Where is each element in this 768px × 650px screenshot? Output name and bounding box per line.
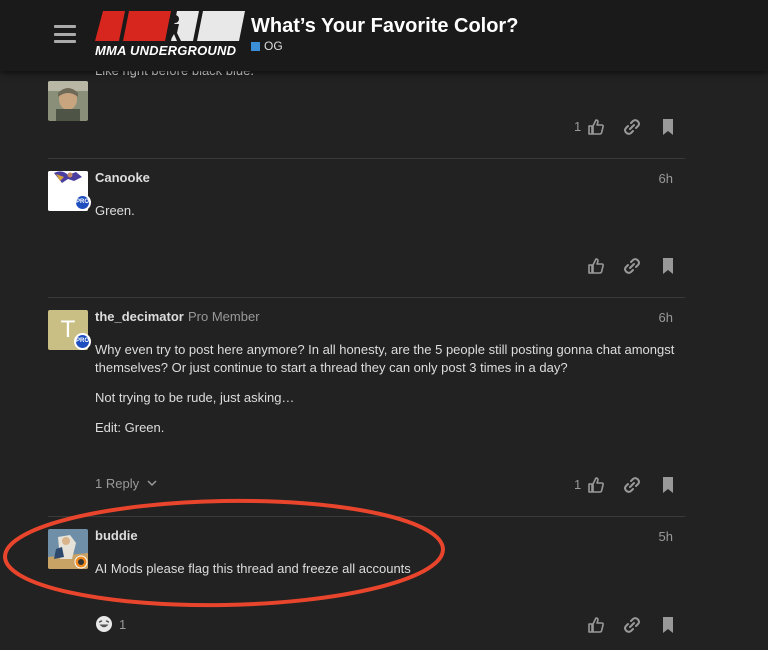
- like-icon[interactable]: [586, 256, 606, 276]
- avatar-image: [48, 81, 88, 121]
- pro-badge: PRO: [74, 333, 91, 350]
- post-divider: [48, 297, 685, 298]
- link-icon[interactable]: [622, 117, 642, 137]
- category-color-swatch: [251, 42, 260, 51]
- like-icon[interactable]: [586, 615, 606, 635]
- like-count: 1: [574, 477, 582, 492]
- pro-badge: PRO: [74, 194, 91, 211]
- user-title: Pro Member: [188, 309, 260, 324]
- post-time[interactable]: 6h: [659, 310, 673, 325]
- bookmark-icon[interactable]: [658, 475, 678, 495]
- menu-icon[interactable]: [54, 25, 76, 43]
- link-icon[interactable]: [622, 256, 642, 276]
- avatar[interactable]: [48, 81, 88, 121]
- post-body: Green.: [95, 203, 135, 218]
- post-divider: [48, 516, 685, 517]
- post-body-paragraph: Not trying to be rude, just asking…: [95, 390, 295, 405]
- annotation-oval: [3, 498, 445, 608]
- category-label: OG: [264, 39, 283, 53]
- topic-title[interactable]: What’s Your Favorite Color?: [251, 15, 518, 38]
- avatar[interactable]: [48, 529, 88, 569]
- chevron-down-icon: [147, 480, 157, 487]
- like-count: 1: [574, 119, 582, 134]
- post-time[interactable]: 6h: [659, 171, 673, 186]
- laughing-emoji-icon: [96, 616, 112, 632]
- post-divider: [48, 158, 685, 159]
- category-badge[interactable]: OG: [251, 39, 283, 53]
- logo-text: MMA UNDERGROUND: [95, 43, 237, 58]
- bookmark-icon[interactable]: [658, 256, 678, 276]
- link-icon[interactable]: [622, 475, 642, 495]
- site-header: MMA UNDERGROUND What’s Your Favorite Col…: [0, 0, 768, 71]
- post-body: AI Mods please flag this thread and free…: [95, 561, 411, 576]
- link-icon[interactable]: [622, 615, 642, 635]
- replies-toggle[interactable]: 1 Reply: [95, 476, 157, 491]
- replies-label: 1 Reply: [95, 476, 140, 491]
- post-username[interactable]: buddie: [95, 528, 138, 543]
- bookmark-icon[interactable]: [658, 615, 678, 635]
- avatar-image: [48, 529, 88, 569]
- reaction-count: 1: [119, 617, 127, 632]
- post-body-paragraph: Why even try to post here anymore? In al…: [95, 342, 675, 375]
- site-logo[interactable]: MMA UNDERGROUND: [95, 11, 245, 59]
- like-icon[interactable]: [586, 117, 606, 137]
- post-username[interactable]: the_decimator: [95, 309, 184, 324]
- post-time[interactable]: 5h: [659, 529, 673, 544]
- post-username[interactable]: Canooke: [95, 170, 150, 185]
- bookmark-icon[interactable]: [658, 117, 678, 137]
- post-body-paragraph: Edit: Green.: [95, 420, 165, 435]
- logo-graphic: [95, 11, 245, 41]
- like-icon[interactable]: [586, 475, 606, 495]
